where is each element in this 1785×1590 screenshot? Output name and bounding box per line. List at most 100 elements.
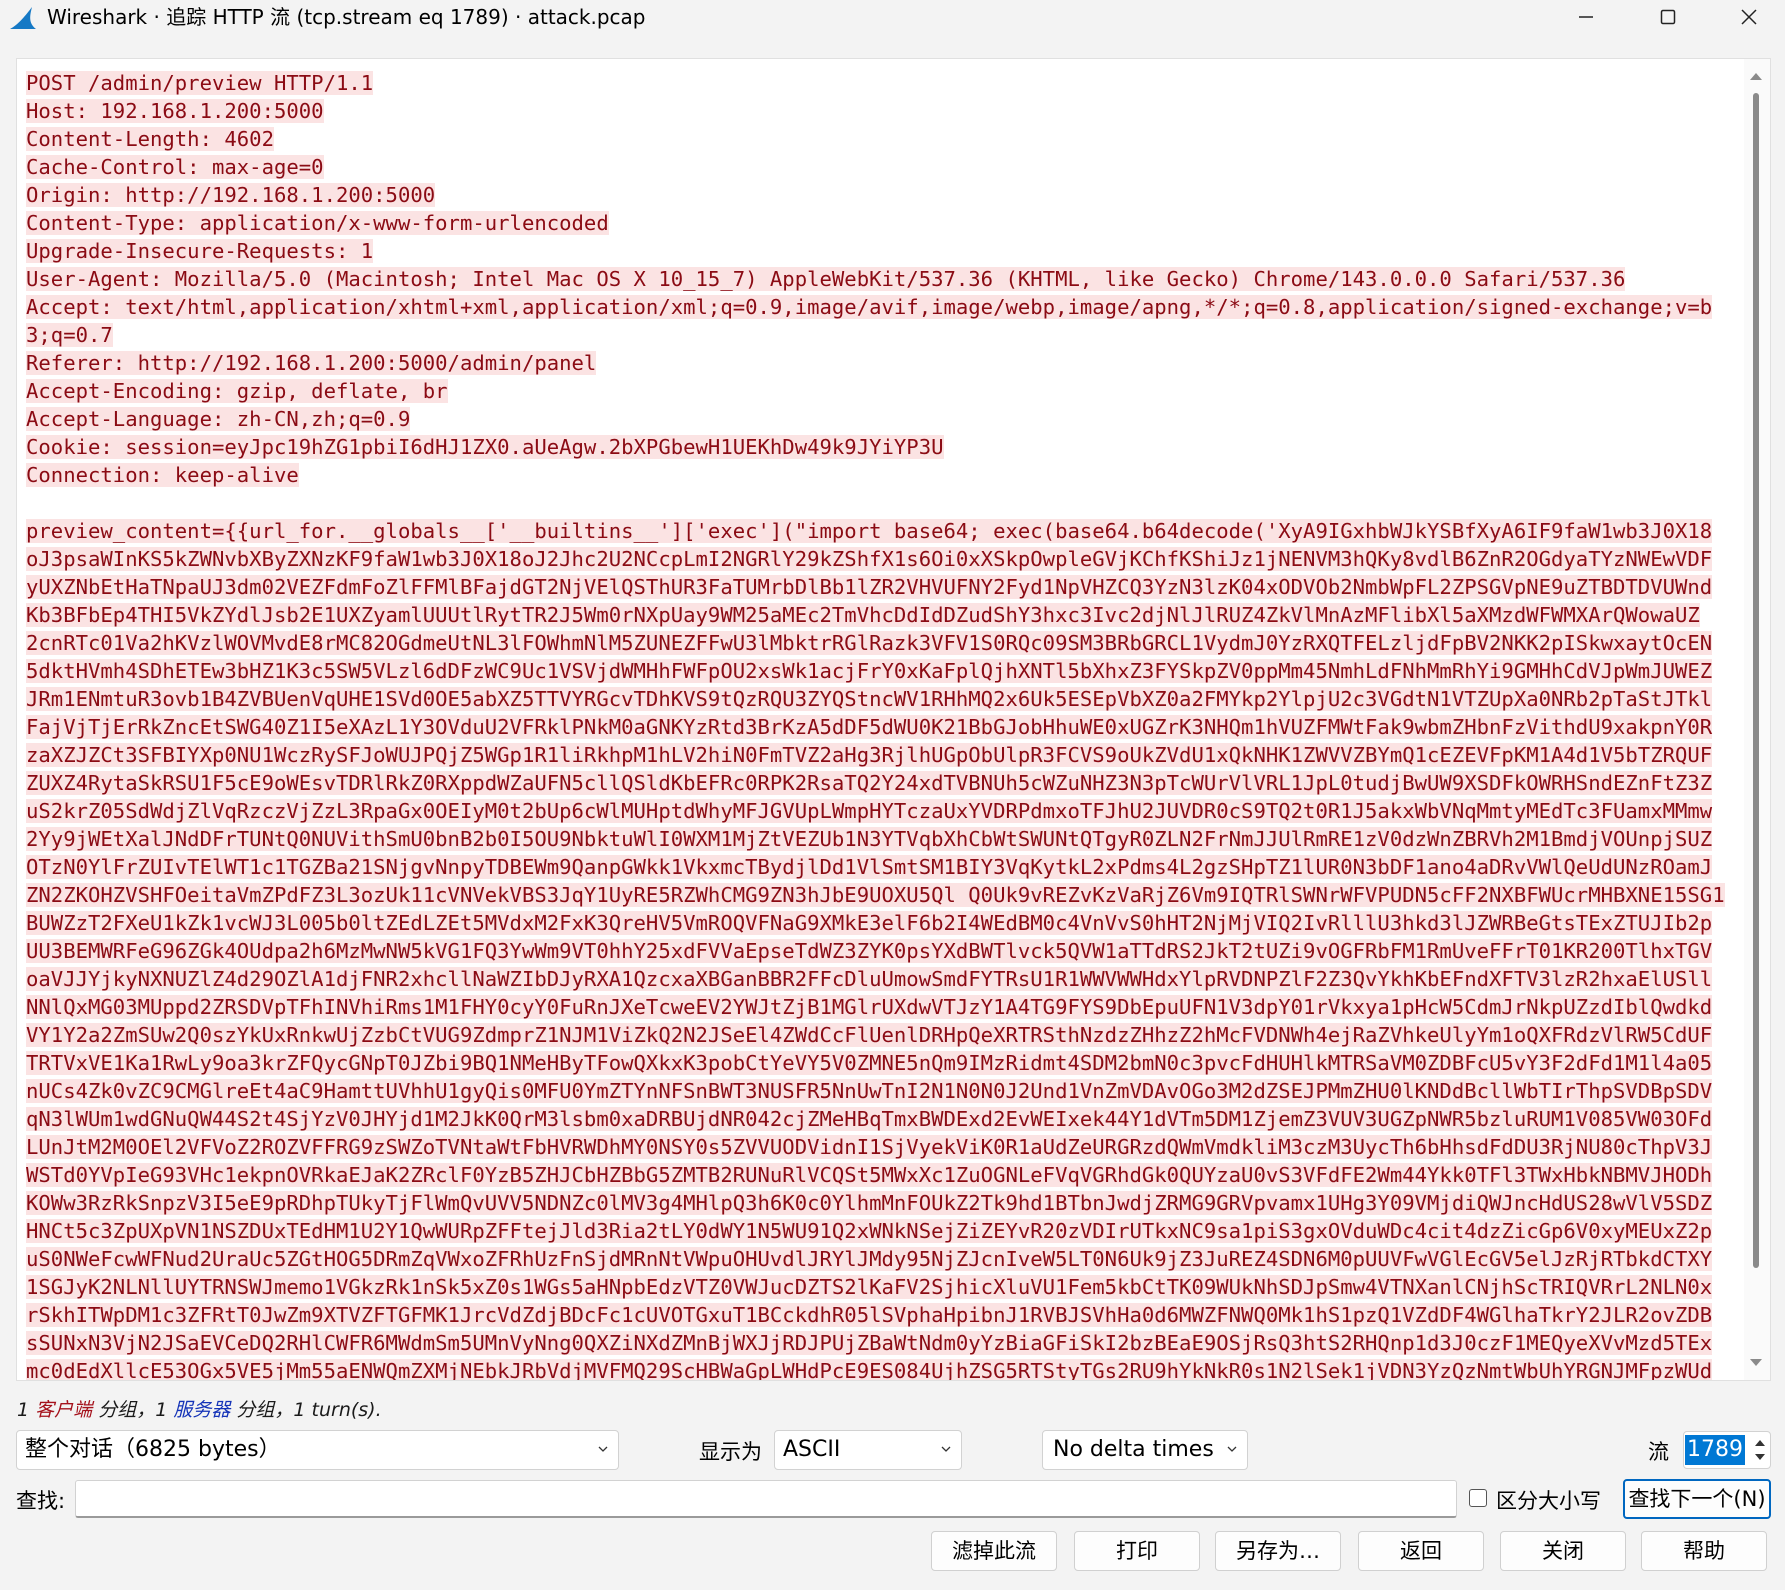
vertical-scrollbar[interactable] — [1744, 59, 1770, 1380]
request-body-line-text: oaVJJYjkyNXNUZlZ4d29OZlA1djFNR2xhcllNaWZ… — [26, 967, 1713, 991]
request-header-line-text: POST /admin/preview HTTP/1.1 — [26, 71, 374, 95]
server-label: 服务器 — [173, 1399, 231, 1421]
request-header-line: Content-Type: application/x-www-form-url… — [26, 209, 1744, 237]
request-body-line: NNlQxMG03MUppd2ZRSDVpTFhINVhiRms1M1FHY0c… — [26, 993, 1744, 1021]
request-header-line: Upgrade-Insecure-Requests: 1 — [26, 237, 1744, 265]
request-body-line-text: FajVjTjErRkZncEtSWG40Z1I5eXAzL1Y3OVduU2V… — [26, 715, 1713, 739]
request-body-line: UU3BEMWRFeG96ZGk4OUdpa2h6MzMwNW5kVG1FQ3Y… — [26, 937, 1744, 965]
delta-times-value: No delta times — [1053, 1437, 1214, 1462]
request-body-line: 2Yy9jWEtXalJNdDFrTUNtQ0NUVithSmU0bnB2b0I… — [26, 825, 1744, 853]
request-body-line-text: TRTVxVE1Ka1RwLy9oa3krZFQycGNpT0JZbi9BQ1N… — [26, 1051, 1713, 1075]
request-header-line-text: Content-Type: application/x-www-form-url… — [26, 211, 609, 235]
maximize-button[interactable] — [1638, 0, 1698, 34]
show-as-value: ASCII — [783, 1437, 841, 1462]
client-label: 客户端 — [35, 1399, 93, 1421]
request-body-line: preview_content={{url_for.__globals__['_… — [26, 517, 1744, 545]
request-body-line-text: mc0dEdXllcE53OGx5VE5jMm55aENWQmZXMjNEbkJ… — [26, 1359, 1713, 1381]
request-header-line-text: Accept-Encoding: gzip, deflate, br — [26, 379, 448, 403]
request-body-line: yUXZNbEtHaTNpaUJ3dm02VEZFdmFoZlFFMlBFajd… — [26, 573, 1744, 601]
request-body-line: oaVJJYjkyNXNUZlZ4d29OZlA1djFNR2xhcllNaWZ… — [26, 965, 1744, 993]
request-body-line: zaXZJZCt3SFBIYXp0NU1WczRySFJoWUJPQjZ5WGp… — [26, 741, 1744, 769]
stream-summary: 1 客户端 分组，1 服务器 分组，1 turn(s). — [17, 1395, 382, 1422]
request-header-line-text: Accept: text/html,application/xhtml+xml,… — [26, 295, 1713, 319]
request-body-line: TRTVxVE1Ka1RwLy9oa3krZFQycGNpT0JZbi9BQ1N… — [26, 1049, 1744, 1077]
case-sensitive-checkbox[interactable] — [1469, 1489, 1487, 1507]
request-body-line: OTzN0YlFrZUIvTElWT1c1TGZBa21SNjgvNnpyTDB… — [26, 853, 1744, 881]
summary-turns: 分组，1 turn(s). — [230, 1399, 382, 1421]
save-as-button[interactable]: 另存为… — [1215, 1531, 1341, 1571]
scroll-thumb[interactable] — [1753, 93, 1759, 1268]
back-button[interactable]: 返回 — [1358, 1531, 1484, 1571]
close-window-button[interactable] — [1719, 0, 1779, 34]
show-as-select[interactable]: ASCII — [774, 1430, 962, 1470]
request-body-line: JRm1ENmtuR3ovb1B4ZVBUenVqUHE1SVd0OE5abXZ… — [26, 685, 1744, 713]
request-body-line-text: sSUNxN3VjN2JSaEVCeDQ2RHlCWFR6MWdmSm5UMnV… — [26, 1331, 1713, 1355]
close-icon — [1741, 9, 1757, 25]
window-title: Wireshark · 追踪 HTTP 流 (tcp.stream eq 178… — [47, 5, 646, 29]
delta-times-select[interactable]: No delta times — [1042, 1430, 1248, 1470]
request-body-line: rSkhITWpDM1c3ZFRtT0JwZm9XTVZFTGFMK1JrcVd… — [26, 1301, 1744, 1329]
title-bar: Wireshark · 追踪 HTTP 流 (tcp.stream eq 178… — [0, 0, 1785, 36]
case-sensitive-label: 区分大小写 — [1496, 1489, 1601, 1513]
request-header-line: Connection: keep-alive — [26, 461, 1744, 489]
conversation-select[interactable]: 整个对话（6825 bytes） — [16, 1430, 619, 1470]
request-header-line-text: User-Agent: Mozilla/5.0 (Macintosh; Inte… — [26, 267, 1626, 291]
filter-out-stream-button[interactable]: 滤掉此流 — [931, 1531, 1057, 1571]
request-body-line-text: UU3BEMWRFeG96ZGk4OUdpa2h6MzMwNW5kVG1FQ3Y… — [26, 939, 1713, 963]
request-body-line: uS0NWeFcwWFNud2UraUc5ZGtHOG5DRmZqVWxoZFR… — [26, 1245, 1744, 1273]
request-body-line: FajVjTjErRkZncEtSWG40Z1I5eXAzL1Y3OVduU2V… — [26, 713, 1744, 741]
scroll-up-arrow-icon[interactable] — [1750, 73, 1762, 80]
request-body-line-text: preview_content={{url_for.__globals__['_… — [26, 519, 1713, 543]
request-header-line-text: Connection: keep-alive — [26, 463, 299, 487]
request-body-line: mc0dEdXllcE53OGx5VE5jMm55aENWQmZXMjNEbkJ… — [26, 1357, 1744, 1381]
minimize-button[interactable] — [1556, 0, 1616, 34]
stream-number-spinbox[interactable]: 1789 — [1683, 1431, 1771, 1469]
stream-text-view[interactable]: POST /admin/preview HTTP/1.1 Host: 192.16… — [16, 58, 1771, 1381]
request-header-line: Accept-Encoding: gzip, deflate, br — [26, 377, 1744, 405]
summary-server-count: 分组，1 — [92, 1399, 174, 1421]
request-body-line: Kb3BFbEp4THI5VkZYdlJsb2E1UXZyamlUUUtlRyt… — [26, 601, 1744, 629]
request-body-line-text: uS0NWeFcwWFNud2UraUc5ZGtHOG5DRmZqVWxoZFR… — [26, 1247, 1713, 1271]
request-header-line: Content-Length: 4602 — [26, 125, 1744, 153]
request-body-line-text: uS2krZ05SdWdjZlVqRzczVjZzL3RpaGx0OEIyM0t… — [26, 799, 1713, 823]
request-body-line: qN3lWUm1wdGNuQW44S2t4SjYzV0JHYjd1M2JkK0Q… — [26, 1105, 1744, 1133]
request-header-line: Accept-Language: zh-CN,zh;q=0.9 — [26, 405, 1744, 433]
request-body-line: sSUNxN3VjN2JSaEVCeDQ2RHlCWFR6MWdmSm5UMnV… — [26, 1329, 1744, 1357]
stream-content: POST /admin/preview HTTP/1.1 Host: 192.16… — [26, 69, 1744, 1381]
request-header-line-text: 3;q=0.7 — [26, 323, 113, 347]
close-button[interactable]: 关闭 — [1500, 1531, 1626, 1571]
request-body-line: 1SGJyK2NLNllUYTRNSWJmemo1VGkzRk1nSk5xZ0s… — [26, 1273, 1744, 1301]
find-label: 查找: — [16, 1489, 66, 1513]
request-body-line: BUWZzT2FXeU1kZk1vcWJ3L005b0ltZEdLZEt5MVd… — [26, 909, 1744, 937]
scroll-down-arrow-icon[interactable] — [1750, 1359, 1762, 1366]
request-header-line: Accept: text/html,application/xhtml+xml,… — [26, 293, 1744, 321]
request-header-line: Referer: http://192.168.1.200:5000/admin… — [26, 349, 1744, 377]
spin-up-arrow-icon[interactable] — [1755, 1440, 1765, 1446]
request-body-line-text: ZN2ZKOHZVSHFOeitaVmZPdFZ3L3ozUk11cVNVekV… — [26, 883, 1725, 907]
chevron-down-icon — [941, 1446, 951, 1452]
request-body-line-text: nUCs4Zk0vZC9CMGlreEt4aC9HamttUVhhU1gyQis… — [26, 1079, 1713, 1103]
request-body-line: oJ3psaWInKS5kZWNvbXByZXNzKF9faW1wb3J0X18… — [26, 545, 1744, 573]
find-input[interactable] — [75, 1480, 1457, 1518]
request-body-line-text: ZUXZ4RytaSkRSU1F5cE9oWEsvTDRlRkZ0RXppdWZ… — [26, 771, 1713, 795]
request-header-line-text: Cookie: session=eyJpc19hZG1pbiI6dHJ1ZX0.… — [26, 435, 944, 459]
help-button[interactable]: 帮助 — [1641, 1531, 1767, 1571]
find-next-button[interactable]: 查找下一个(N) — [1623, 1479, 1771, 1519]
request-body-line-text: KOWw3RzRkSnpzV3I5eE9pRDhpTUkyTjFlWmQvUVV… — [26, 1191, 1713, 1215]
request-body-line-text: WSTd0YVpIeG93VHc1ekpnOVRkaEJaK2ZRclF0YzB… — [26, 1163, 1713, 1187]
request-body-line: WSTd0YVpIeG93VHc1ekpnOVRkaEJaK2ZRclF0YzB… — [26, 1161, 1744, 1189]
conversation-select-value: 整个对话（6825 bytes） — [25, 1437, 281, 1462]
stream-number-label: 流 — [1648, 1440, 1669, 1464]
request-body-line-text: OTzN0YlFrZUIvTElWT1c1TGZBa21SNjgvNnpyTDB… — [26, 855, 1713, 879]
request-body-line-text: LUnJtM2M0OEl2VFVoZ2ROZVFFRG9zSWZoTVNtaWt… — [26, 1135, 1713, 1159]
request-body-line-text: yUXZNbEtHaTNpaUJ3dm02VEZFdmFoZlFFMlBFajd… — [26, 575, 1713, 599]
header-body-separator — [26, 489, 1744, 517]
spin-down-arrow-icon[interactable] — [1755, 1454, 1765, 1460]
stream-number-value[interactable]: 1789 — [1685, 1435, 1745, 1465]
request-body-line: nUCs4Zk0vZC9CMGlreEt4aC9HamttUVhhU1gyQis… — [26, 1077, 1744, 1105]
request-header-line: Cache-Control: max-age=0 — [26, 153, 1744, 181]
request-header-line: Host: 192.168.1.200:5000 — [26, 97, 1744, 125]
request-header-line-text: Referer: http://192.168.1.200:5000/admin… — [26, 351, 597, 375]
print-button[interactable]: 打印 — [1074, 1531, 1200, 1571]
request-header-line: Origin: http://192.168.1.200:5000 — [26, 181, 1744, 209]
